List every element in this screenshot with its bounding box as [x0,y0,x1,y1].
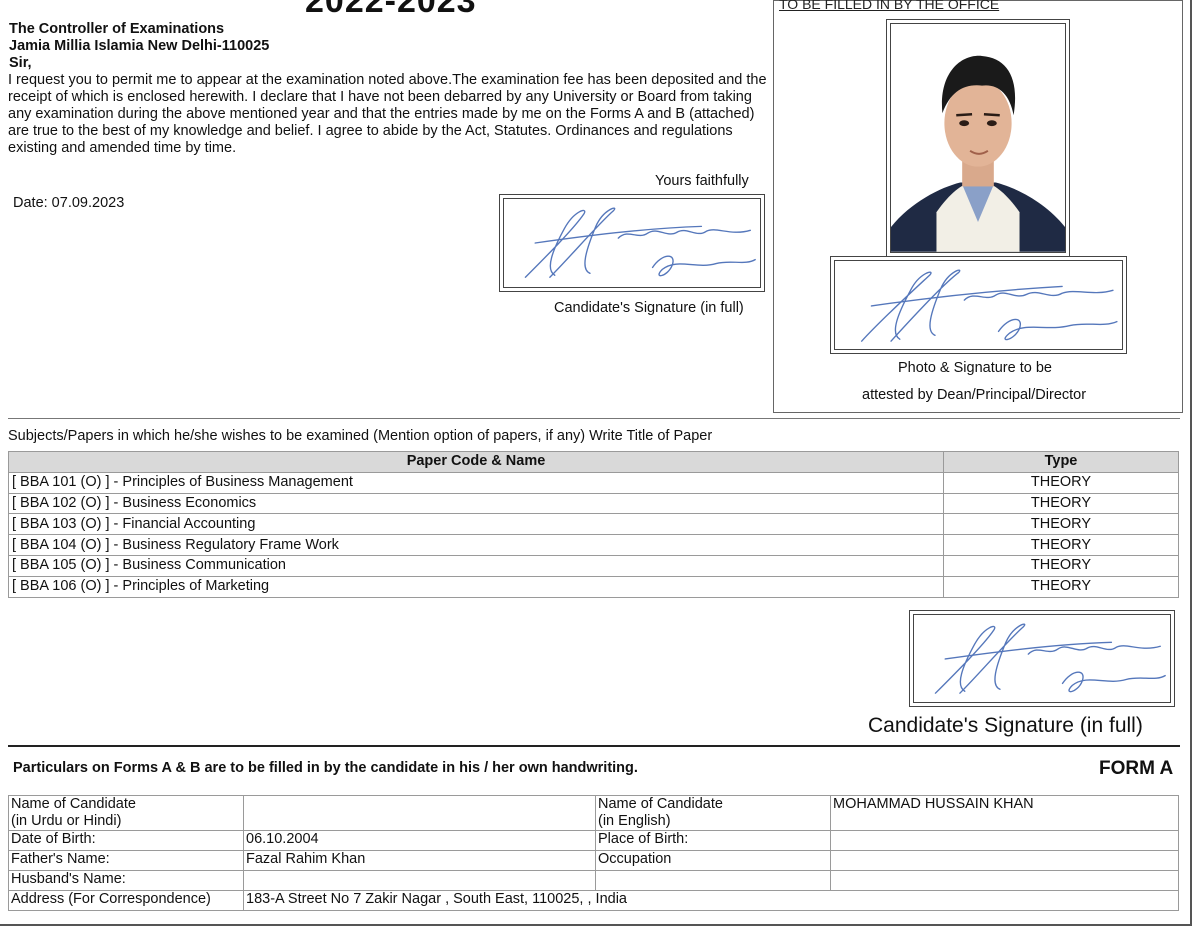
signature-drawing [860,269,1118,342]
paper-cell: [ BBA 105 (O) ] - Business Communication [8,554,944,577]
table-row: [ BBA 104 (O) ] - Business Regulatory Fr… [8,534,1179,556]
attest-caption-line2: attested by Dean/Principal/Director [862,387,1087,403]
empty-value [830,870,1179,891]
pob-label: Place of Birth: [595,830,831,851]
father-value: Fazal Rahim Khan [243,850,596,871]
pob-value [830,830,1179,851]
occupation-value [830,850,1179,871]
table-row: [ BBA 102 (O) ] - Business Economics THEO… [8,492,1179,515]
addressee-block: The Controller of Examinations Jamia Mil… [9,21,269,72]
type-cell: THEORY [943,471,1179,494]
type-cell: THEORY [943,513,1179,536]
address-label: Address (For Correspondence) [8,890,244,911]
yours-faithfully: Yours faithfully [655,173,749,189]
subjects-intro: Subjects/Papers in which he/she wishes t… [8,428,713,444]
paper-cell: [ BBA 106 (O) ] - Principles of Marketin… [8,575,944,598]
papers-table: Paper Code & Name Type [ BBA 101 (O) ] -… [8,451,1179,598]
signature-caption: Candidate's Signature (in full) [554,300,744,316]
signature-drawing [524,207,756,278]
particulars-note: Particulars on Forms A & B are to be fil… [13,760,638,776]
column-header-paper: Paper Code & Name [8,451,944,473]
type-cell: THEORY [943,492,1179,515]
name-urdu-label: Name of Candidate (in Urdu or Hindi) [8,795,244,831]
office-panel-title: TO BE FILLED IN BY THE OFFICE [779,0,1000,12]
empty-label [595,870,831,891]
candidate-signature-image [499,194,765,292]
paper-cell: [ BBA 104 (O) ] - Business Regulatory Fr… [8,534,944,556]
candidate-portrait [891,24,1065,252]
form-row-husband: Husband's Name: [8,870,1179,891]
addressee-line2: Jamia Millia Islamia New Delhi-110025 [9,38,270,54]
paper-cell: [ BBA 102 (O) ] - Business Economics [8,492,944,515]
column-header-type: Type [943,451,1179,473]
form-a-title: FORM A [1099,758,1174,779]
request-paragraph: I request you to permit me to appear at … [8,72,767,156]
section-divider [8,418,1180,419]
exam-year: 2022-2023 [305,0,477,20]
form-row-address: Address (For Correspondence) 183-A Stree… [8,890,1179,911]
attested-signature-image [830,256,1127,354]
husband-label: Husband's Name: [8,870,244,891]
occupation-label: Occupation [595,850,831,871]
bottom-signature-caption: Candidate's Signature (in full) [868,714,1143,737]
form-row-birth: Date of Birth: 06.10.2004 Place of Birth… [8,830,1179,851]
signature-drawing [934,623,1166,694]
paper-cell: [ BBA 103 (O) ] - Financial Accounting [8,513,944,536]
form-a-table: Name of Candidate (in Urdu or Hindi) Nam… [8,795,1179,911]
type-cell: THEORY [943,554,1179,577]
papers-header-row: Paper Code & Name Type [8,451,1179,473]
father-label: Father's Name: [8,850,244,871]
table-row: [ BBA 105 (O) ] - Business Communication… [8,554,1179,577]
name-urdu-value [243,795,596,831]
candidate-photo [886,19,1070,257]
form-a-divider [8,745,1180,747]
addressee-line1: The Controller of Examinations [9,21,225,37]
type-cell: THEORY [943,534,1179,556]
paper-cell: [ BBA 101 (O) ] - Principles of Business… [8,471,944,494]
table-row: [ BBA 101 (O) ] - Principles of Business… [8,471,1179,494]
form-row-father: Father's Name: Fazal Rahim Khan Occupati… [8,850,1179,871]
table-row: [ BBA 103 (O) ] - Financial Accounting TH… [8,513,1179,536]
table-row: [ BBA 106 (O) ] - Principles of Marketin… [8,575,1179,598]
name-english-label: Name of Candidate (in English) [595,795,831,831]
application-date: Date: 07.09.2023 [13,195,125,211]
name-english-value: MOHAMMAD HUSSAIN KHAN [830,795,1179,831]
dob-value: 06.10.2004 [243,830,596,851]
dob-label: Date of Birth: [8,830,244,851]
type-cell: THEORY [943,575,1179,598]
address-value: 183-A Street No 7 Zakir Nagar , South Ea… [243,890,1179,911]
husband-value [243,870,596,891]
salutation: Sir, [9,55,32,71]
attest-caption-line1: Photo & Signature to be [898,360,1052,376]
form-row-name: Name of Candidate (in Urdu or Hindi) Nam… [8,795,1179,831]
bottom-signature-image [909,610,1175,707]
